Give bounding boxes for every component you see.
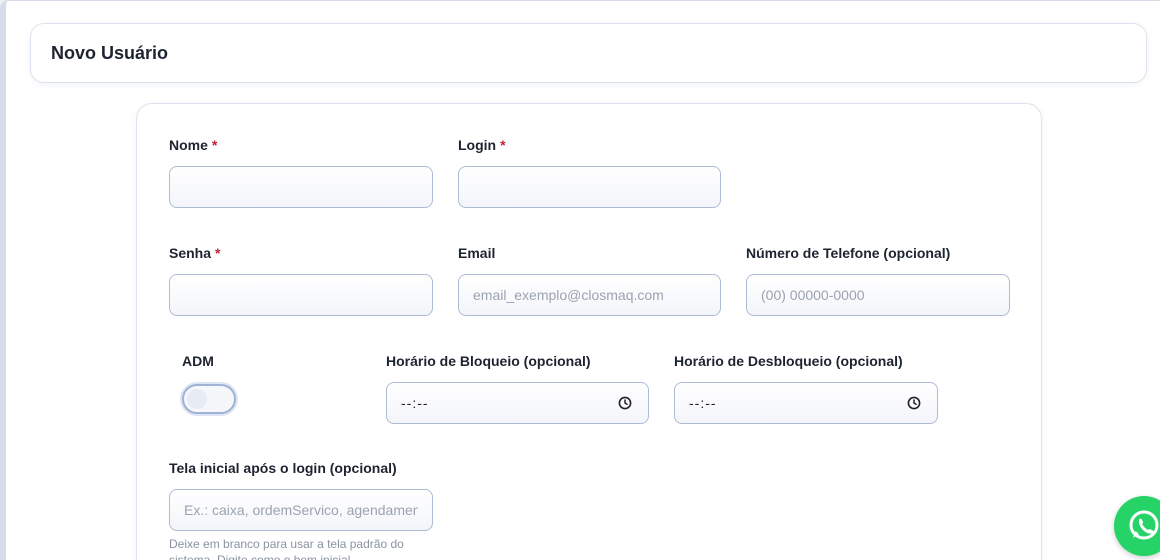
email-input[interactable] [458,274,721,316]
app-frame: Novo Usuário Nome* Login* Senha* Email N… [0,0,1160,560]
required-mark: * [211,137,218,153]
senha-label-text: Senha [169,245,212,261]
login-label: Login * [458,137,506,153]
clock-icon[interactable] [618,396,632,410]
bloqueio-time-input[interactable]: --:-- [386,382,649,424]
adm-label: ADM [182,353,214,369]
desbloqueio-label: Horário de Desbloqueio (opcional) [674,353,903,369]
tela-inicial-label: Tela inicial após o login (opcional) [169,460,397,476]
required-mark: * [500,137,506,153]
bloqueio-time-value: --:-- [401,395,429,411]
telefone-input[interactable] [746,274,1010,316]
toggle-knob [187,389,207,409]
login-label-text: Login [458,137,497,153]
desbloqueio-time-input[interactable]: --:-- [674,382,938,424]
page-title: Novo Usuário [51,43,169,63]
nome-label-text: Nome [169,137,208,153]
page-header: Novo Usuário [30,23,1147,83]
whatsapp-icon [1129,510,1159,540]
clock-icon[interactable] [907,396,921,410]
senha-label: Senha * [169,245,220,261]
nome-input[interactable] [169,166,433,208]
whatsapp-button[interactable] [1114,496,1160,556]
adm-toggle[interactable] [182,384,236,414]
email-label: Email [458,245,496,261]
desbloqueio-time-value: --:-- [689,395,717,411]
senha-input[interactable] [169,274,433,316]
tela-inicial-input[interactable] [169,489,433,531]
nome-label: Nome * [169,137,217,153]
login-input[interactable] [458,166,721,208]
bloqueio-label: Horário de Bloqueio (opcional) [386,353,591,369]
tela-inicial-help: Deixe em branco para usar a tela padrão … [169,537,404,560]
new-user-form: Nome* Login* Senha* Email Número de Tele… [136,103,1042,560]
required-mark: * [215,245,221,261]
telefone-label: Número de Telefone (opcional) [746,245,951,261]
